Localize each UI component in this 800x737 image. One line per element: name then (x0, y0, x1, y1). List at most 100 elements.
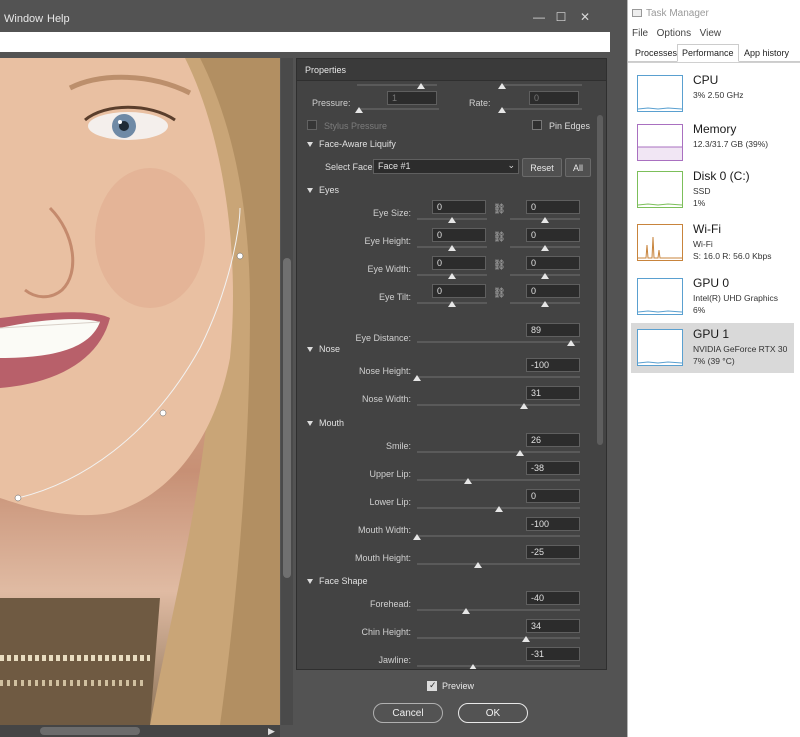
face-shape-row-2-slider[interactable] (417, 664, 580, 669)
slider-thumb[interactable] (448, 273, 456, 279)
slider-thumb[interactable] (567, 340, 576, 346)
perf-item-cpu[interactable]: CPU 3% 2.50 GHz (631, 69, 794, 119)
scroll-right-icon[interactable]: ▶ (268, 726, 275, 737)
stylus-pressure-checkbox[interactable] (307, 120, 317, 130)
slider-track[interactable] (357, 84, 437, 86)
eye-distance-value[interactable]: 89 (526, 323, 580, 337)
mouth-row-2-value[interactable]: 0 (526, 489, 580, 503)
slider-thumb[interactable] (474, 562, 483, 568)
face-shape-row-2-value[interactable]: -31 (526, 647, 580, 661)
canvas-vertical-scrollbar[interactable] (281, 58, 293, 725)
slider-track[interactable] (417, 609, 580, 611)
scrollbar-thumb[interactable] (40, 727, 140, 735)
eye-left-value[interactable]: 0 (432, 228, 486, 242)
face-aware-liquify-section[interactable]: Face-Aware Liquify (307, 139, 396, 149)
slider-track[interactable] (417, 665, 580, 667)
close-icon[interactable]: ✕ (574, 10, 596, 24)
eye-right-slider[interactable] (510, 273, 580, 280)
slider-thumb[interactable] (448, 245, 456, 251)
eye-right-slider[interactable] (510, 245, 580, 252)
slider-track[interactable] (417, 479, 580, 481)
slider-thumb[interactable] (413, 375, 421, 381)
slider-thumb[interactable] (413, 534, 421, 540)
slider-thumb[interactable] (417, 83, 425, 89)
slider-thumb[interactable] (498, 107, 506, 113)
perf-item-memory[interactable]: Memory 12.3/31.7 GB (39%) (631, 118, 794, 168)
slider-thumb[interactable] (448, 301, 456, 307)
pressure-top-slider[interactable] (357, 83, 437, 90)
mouth-section[interactable]: Mouth (307, 418, 344, 428)
slider-thumb[interactable] (541, 217, 549, 223)
mouth-row-3-slider[interactable] (413, 534, 580, 541)
menu-view[interactable]: View (700, 28, 722, 39)
eye-left-slider[interactable] (417, 245, 487, 252)
eye-left-slider[interactable] (417, 217, 487, 224)
nose-section[interactable]: Nose (307, 344, 340, 354)
eye-distance-slider[interactable] (417, 340, 580, 347)
eye-left-slider[interactable] (417, 273, 487, 280)
rate-slider[interactable] (498, 107, 582, 114)
tab-performance[interactable]: Performance (677, 44, 739, 62)
face-shape-row-0-value[interactable]: -40 (526, 591, 580, 605)
nose-width-slider[interactable] (417, 403, 580, 410)
pin-edges-checkbox[interactable] (532, 120, 542, 130)
reset-button[interactable]: Reset (522, 158, 562, 177)
eye-left-slider[interactable] (417, 301, 487, 308)
expand-triangle-icon[interactable] (307, 421, 313, 427)
eye-right-value[interactable]: 0 (526, 256, 580, 270)
mouth-row-0-slider[interactable] (417, 450, 580, 457)
perf-item-disk-0-c[interactable]: Disk 0 (C:) SSD 1% (631, 165, 794, 215)
minimize-icon[interactable]: — (528, 10, 550, 24)
expand-triangle-icon[interactable] (307, 188, 313, 194)
nose-height-value[interactable]: -100 (526, 358, 580, 372)
slider-thumb[interactable] (494, 506, 503, 512)
mouth-row-0-value[interactable]: 26 (526, 433, 580, 447)
select-face-dropdown[interactable]: Face #1 ⌄ (373, 159, 519, 174)
slider-thumb[interactable] (541, 245, 549, 251)
image-canvas[interactable] (0, 58, 280, 725)
eye-left-value[interactable]: 0 (432, 284, 486, 298)
slider-track[interactable] (417, 637, 580, 639)
mouth-row-4-value[interactable]: -25 (526, 545, 580, 559)
eye-left-value[interactable]: 0 (432, 200, 486, 214)
nose-height-slider[interactable] (413, 375, 580, 382)
perf-item-gpu-0[interactable]: GPU 0 Intel(R) UHD Graphics 6% (631, 272, 794, 322)
eyes-section[interactable]: Eyes (307, 185, 339, 195)
ok-button[interactable]: OK (458, 703, 528, 723)
pressure-slider[interactable] (355, 107, 439, 114)
preview-checkbox[interactable]: ✓ (427, 680, 437, 691)
slider-thumb[interactable] (463, 478, 472, 484)
nose-width-value[interactable]: 31 (526, 386, 580, 400)
eye-right-slider[interactable] (510, 217, 580, 224)
slider-track[interactable] (417, 341, 580, 343)
eye-right-value[interactable]: 0 (526, 284, 580, 298)
slider-track[interactable] (417, 376, 580, 378)
menu-options[interactable]: Options (657, 28, 691, 39)
link-icon[interactable]: ⛓ (493, 232, 506, 243)
slider-thumb[interactable] (461, 608, 470, 614)
rate-input[interactable]: 0 (529, 91, 579, 105)
face-shape-row-1-value[interactable]: 34 (526, 619, 580, 633)
perf-item-wi-fi[interactable]: Wi-Fi Wi-Fi S: 16.0 R: 56.0 Kbps (631, 218, 794, 268)
mouth-row-1-slider[interactable] (417, 478, 580, 485)
slider-track[interactable] (417, 563, 580, 565)
perf-item-gpu-1[interactable]: GPU 1 NVIDIA GeForce RTX 30 7% (39 °C) (631, 323, 794, 373)
link-icon[interactable]: ⛓ (493, 288, 506, 299)
cancel-button[interactable]: Cancel (373, 703, 443, 723)
rate-top-slider[interactable] (498, 83, 582, 90)
maximize-icon[interactable]: ☐ (550, 10, 572, 24)
slider-thumb[interactable] (541, 273, 549, 279)
eye-left-value[interactable]: 0 (432, 256, 486, 270)
eye-right-slider[interactable] (510, 301, 580, 308)
eye-right-value[interactable]: 0 (526, 228, 580, 242)
expand-triangle-icon[interactable] (307, 142, 313, 148)
slider-thumb[interactable] (448, 217, 456, 223)
slider-track[interactable] (417, 451, 580, 453)
menu-help[interactable]: Help (47, 13, 70, 25)
slider-track[interactable] (502, 108, 582, 110)
face-shape-row-1-slider[interactable] (417, 636, 580, 643)
slider-thumb[interactable] (469, 664, 478, 669)
slider-thumb[interactable] (498, 83, 506, 89)
link-icon[interactable]: ⛓ (493, 204, 506, 215)
mouth-row-2-slider[interactable] (417, 506, 580, 513)
